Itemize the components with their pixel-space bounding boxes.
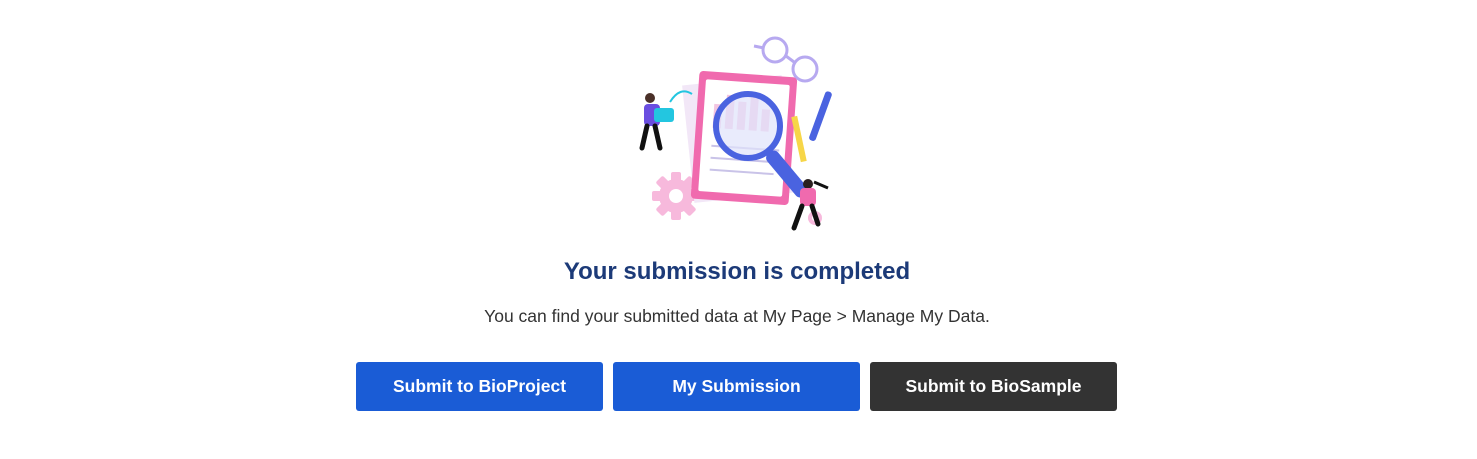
person-left-icon (639, 93, 674, 151)
completion-message: You can find your submitted data at My P… (484, 306, 990, 326)
glasses-icon (753, 36, 819, 83)
pencil-icon (791, 115, 807, 163)
page-title: Your submission is completed (563, 258, 911, 285)
my-submission-button[interactable]: My Submission (613, 362, 860, 411)
action-buttons: Submit to BioProject My Submission Submi… (356, 362, 1117, 411)
submission-complete-page: Your submission is completed You can fin… (0, 0, 1477, 459)
submit-to-biosample-button[interactable]: Submit to BioSample (870, 362, 1117, 411)
pen-icon (809, 91, 832, 141)
submit-to-bioproject-button[interactable]: Submit to BioProject (356, 362, 603, 411)
document-search-illustration (639, 36, 832, 231)
